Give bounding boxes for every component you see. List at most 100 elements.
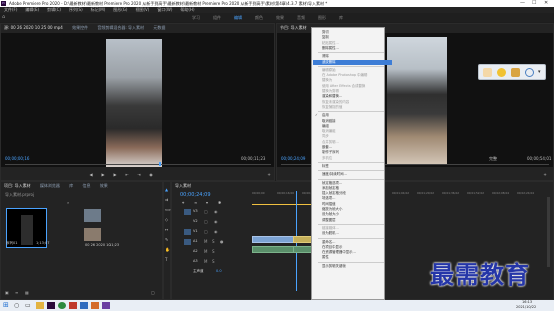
overwrite-icon[interactable]: ⇥ [137,173,141,177]
folder-icon[interactable] [511,68,520,77]
menu-sequence[interactable]: 序列(S) [69,7,83,12]
source-timecode-current[interactable]: 00;00;00;16 [5,156,29,161]
maximize-button[interactable]: ☐ [532,0,536,7]
program-fit-select[interactable]: 完整 [489,156,497,162]
mute-icon[interactable]: M [204,259,207,264]
clock-date[interactable]: 2021/10/22 [516,305,536,309]
workspace-color[interactable]: 颜色 [255,15,263,21]
context-menu-item[interactable]: 属性 [322,255,329,260]
close-button[interactable]: ✕ [544,0,548,7]
windows-start-icon[interactable]: ⊞ [3,302,11,309]
browser-icon[interactable] [58,302,66,309]
tab-program[interactable]: 节目: 导入素材 [280,25,307,30]
source-patch-a1[interactable] [184,239,191,245]
app-icon-blue[interactable] [80,302,88,309]
track-target-v3[interactable] [184,209,191,215]
eye-icon[interactable]: ◉ [214,219,218,224]
task-view-icon[interactable]: ▭ [25,302,33,309]
track-select-tool-icon[interactable]: ⇉ [165,197,168,202]
mic-icon[interactable]: ● [220,239,224,244]
project-item-video-thumb-a[interactable] [84,209,101,222]
context-menu-item[interactable]: 删除属性... [322,46,339,51]
mute-icon[interactable]: M [204,249,207,254]
tab-media-browser[interactable]: 媒体浏览器 [40,183,60,188]
step-back-icon[interactable]: ◀ [89,173,93,177]
chevron-down-icon[interactable]: ▾ [538,69,541,75]
lock-icon[interactable]: ▣ [5,290,9,295]
play-icon[interactable]: ▶ [101,173,105,177]
timeline-ruler[interactable]: 00;00;00 00;00;16;00 00;00;32;00 00;00;4… [252,191,552,199]
search-taskbar-icon[interactable]: ○ [14,302,22,309]
workspace-libraries[interactable]: 库 [339,15,343,21]
list-view-icon[interactable]: ≡ [15,290,18,295]
source-playhead[interactable] [159,162,161,166]
workspace-editing[interactable]: 编辑 [234,15,242,21]
timeline-timecode[interactable]: 00;00;24;09 [180,192,211,198]
context-menu-item[interactable]: 波纹删除 [313,59,392,65]
context-menu-item[interactable]: 设为脱机... [322,231,339,236]
menu-view[interactable]: 视图(V) [135,7,149,12]
tab-libraries[interactable]: 库 [69,183,73,188]
hand-tool-icon[interactable]: ✋ [165,247,170,252]
context-menu-item[interactable]: 标签 [322,164,329,169]
app-icon-orange[interactable] [91,302,99,309]
wrench-icon[interactable]: ✱ [218,200,221,205]
tab-sequence[interactable]: 导入素材 [175,183,191,188]
linked-selection-icon[interactable]: ∞ [194,200,197,205]
solo-icon[interactable]: S [212,259,215,264]
razor-tool-icon[interactable]: ◇ [165,217,168,222]
tab-info[interactable]: 信息 [82,183,90,188]
source-patch-v1[interactable] [184,229,191,235]
search-icon[interactable]: ⌕ [67,200,69,205]
workspace-effects[interactable]: 效果 [276,15,284,21]
lock-track-icon[interactable]: ▢ [204,229,208,234]
step-forward-icon[interactable]: ▶ [113,173,117,177]
workspace-assembly[interactable]: 组件 [213,15,221,21]
lock-track-icon[interactable]: ▢ [204,209,208,214]
insert-icon[interactable]: ⇤ [125,173,129,177]
workspace-audio[interactable]: 音频 [297,15,305,21]
source-video-area[interactable] [1,33,274,167]
home-icon[interactable]: ⌂ [2,14,5,20]
menu-help[interactable]: 帮助(H) [180,7,194,12]
tab-effect-controls[interactable]: 效果控件 [72,25,88,30]
zoom-icon[interactable] [525,68,534,77]
slip-tool-icon[interactable]: ↔ [165,227,168,232]
premiere-taskbar-icon[interactable] [47,302,55,309]
menu-clip[interactable]: 剪辑(C) [47,7,61,12]
export-frame-icon[interactable]: ◉ [149,173,153,177]
lock-track-icon[interactable]: ▢ [204,219,208,224]
selection-tool-icon[interactable]: ▲ [165,187,168,192]
hand-icon[interactable] [483,68,492,77]
solo-icon[interactable]: S [212,239,215,244]
timeline-clip-v1-a[interactable] [252,236,294,243]
workspace-learn[interactable]: 学习 [192,15,200,21]
program-add-button-icon[interactable]: + [543,173,547,177]
solo-icon[interactable]: S [212,249,215,254]
comment-icon[interactable] [497,68,506,77]
tab-audio-mixer[interactable]: 音频剪辑混合器: 导入素材 [97,25,144,30]
file-explorer-icon[interactable] [36,302,44,309]
add-button-icon[interactable]: + [267,173,271,177]
work-area-bar[interactable] [252,204,312,205]
snap-icon[interactable]: ⌖ [182,200,184,205]
minimize-button[interactable]: — [520,0,525,7]
mute-icon[interactable]: M [204,239,207,244]
master-volume-value[interactable]: 0.0 [216,269,222,273]
menu-file[interactable]: 文件(F) [4,7,17,12]
tab-project[interactable]: 项目: 导入素材 [4,183,31,188]
program-timecode-current[interactable]: 00;00;24;09 [281,156,305,161]
pen-tool-icon[interactable]: ✎ [165,237,168,242]
context-menu-item[interactable]: 显示剪辑关键帧 [322,264,346,269]
menu-marker[interactable]: 标记(M) [91,7,106,12]
menu-window[interactable]: 窗口(W) [157,7,172,12]
clock-time[interactable]: 16:13 [522,300,532,304]
workspace-graphics[interactable]: 图形 [318,15,326,21]
eye-icon[interactable]: ◉ [214,209,218,214]
project-item-video-thumb-b[interactable] [84,228,101,241]
app-icon-purple[interactable] [102,302,110,309]
add-marker-icon[interactable]: ▾ [206,200,208,205]
timeline-vertical-scrollbar[interactable] [547,197,550,267]
tab-source[interactable]: 源: 00 26 2020 10 25 00 mp4 [4,25,63,30]
eye-icon[interactable]: ◉ [214,229,218,234]
